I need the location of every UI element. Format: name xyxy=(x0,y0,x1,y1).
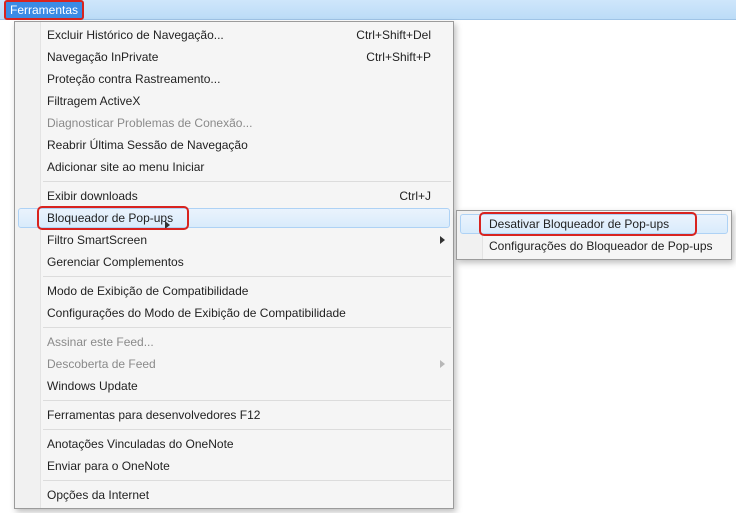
menu-item-filtro-smartscreen[interactable]: Filtro SmartScreen xyxy=(15,229,453,251)
menu-item-label: Configurações do Bloqueador de Pop-ups xyxy=(489,239,713,253)
menu-item-label: Enviar para o OneNote xyxy=(47,459,170,473)
menu-item-anotacoes-vinculadas-do-onenote[interactable]: Anotações Vinculadas do OneNote xyxy=(15,433,453,455)
menu-item-adicionar-site-ao-menu-iniciar[interactable]: Adicionar site ao menu Iniciar xyxy=(15,156,453,178)
menu-item-modo-de-exibicao-de-compatibilidade[interactable]: Modo de Exibição de Compatibilidade xyxy=(15,280,453,302)
menu-item-label: Desativar Bloqueador de Pop-ups xyxy=(489,217,669,231)
menu-item-label: Exibir downloads xyxy=(47,189,138,203)
menu-item-label: Windows Update xyxy=(47,379,138,393)
menu-item-label: Bloqueador de Pop-ups xyxy=(47,211,173,225)
menu-item-configuracoes-do-modo-de-exibicao-de-compatibilidade[interactable]: Configurações do Modo de Exibição de Com… xyxy=(15,302,453,324)
menu-item-excluir-historico-de-navegacao[interactable]: Excluir Histórico de Navegação... Ctrl+Sh… xyxy=(15,24,453,46)
menu-item-label: Reabrir Última Sessão de Navegação xyxy=(47,138,248,152)
menu-separator xyxy=(43,400,451,401)
submenu-arrow-icon xyxy=(440,360,445,368)
menu-item-windows-update[interactable]: Windows Update xyxy=(15,375,453,397)
menu-item-label: Filtragem ActiveX xyxy=(47,94,140,108)
menu-item-filtragem-activex[interactable]: Filtragem ActiveX xyxy=(15,90,453,112)
menu-item-label: Opções da Internet xyxy=(47,488,149,502)
menu-item-shortcut: Ctrl+Shift+P xyxy=(342,50,431,64)
menu-item-label: Configurações do Modo de Exibição de Com… xyxy=(47,306,346,320)
menu-item-bloqueador-de-pop-ups[interactable]: Bloqueador de Pop-ups xyxy=(15,207,453,229)
menu-item-label: Navegação InPrivate xyxy=(47,50,158,64)
menu-item-gerenciar-complementos[interactable]: Gerenciar Complementos xyxy=(15,251,453,273)
menu-item-ferramentas-para-desenvolvedores-f12[interactable]: Ferramentas para desenvolvedores F12 xyxy=(15,404,453,426)
menu-separator xyxy=(43,181,451,182)
menu-item-navegacao-inprivate[interactable]: Navegação InPrivate Ctrl+Shift+P xyxy=(15,46,453,68)
popup-blocker-submenu: Desativar Bloqueador de Pop-ups Configura… xyxy=(456,210,732,260)
menu-item-shortcut: Ctrl+Shift+Del xyxy=(332,28,431,42)
menu-item-exibir-downloads[interactable]: Exibir downloads Ctrl+J xyxy=(15,185,453,207)
menu-item-shortcut: Ctrl+J xyxy=(375,189,431,203)
menu-item-label: Proteção contra Rastreamento... xyxy=(47,72,220,86)
menu-item-label: Adicionar site ao menu Iniciar xyxy=(47,160,204,174)
menu-item-label: Descoberta de Feed xyxy=(47,357,156,371)
menu-item-label: Anotações Vinculadas do OneNote xyxy=(47,437,234,451)
menu-item-reabrir-ultima-sessao-de-navegacao[interactable]: Reabrir Última Sessão de Navegação xyxy=(15,134,453,156)
menu-item-protecao-contra-rastreamento[interactable]: Proteção contra Rastreamento... xyxy=(15,68,453,90)
menu-item-opcoes-da-internet[interactable]: Opções da Internet xyxy=(15,484,453,506)
menu-separator xyxy=(43,327,451,328)
menu-item-assinar-este-feed: Assinar este Feed... xyxy=(15,331,453,353)
menu-separator xyxy=(43,276,451,277)
menu-item-enviar-para-o-onenote[interactable]: Enviar para o OneNote xyxy=(15,455,453,477)
submenu-arrow-icon xyxy=(165,221,170,229)
menu-item-diagnosticar-problemas-de-conexao: Diagnosticar Problemas de Conexão... xyxy=(15,112,453,134)
menu-item-label: Diagnosticar Problemas de Conexão... xyxy=(47,116,252,130)
menu-item-label: Modo de Exibição de Compatibilidade xyxy=(47,284,248,298)
menu-item-desativar-bloqueador-de-pop-ups[interactable]: Desativar Bloqueador de Pop-ups xyxy=(457,213,731,235)
menu-item-label: Assinar este Feed... xyxy=(47,335,154,349)
menu-separator xyxy=(43,429,451,430)
menu-item-label: Excluir Histórico de Navegação... xyxy=(47,28,224,42)
menu-item-configuracoes-do-bloqueador-de-pop-ups[interactable]: Configurações do Bloqueador de Pop-ups xyxy=(457,235,731,257)
menu-item-label: Filtro SmartScreen xyxy=(47,233,147,247)
menu-separator xyxy=(43,480,451,481)
title-bar: Ferramentas xyxy=(0,0,736,20)
tools-menu: Excluir Histórico de Navegação... Ctrl+Sh… xyxy=(14,21,454,509)
tools-menu-title[interactable]: Ferramentas xyxy=(4,0,84,20)
menu-item-label: Ferramentas para desenvolvedores F12 xyxy=(47,408,260,422)
menu-item-descoberta-de-feed: Descoberta de Feed xyxy=(15,353,453,375)
menu-item-label: Gerenciar Complementos xyxy=(47,255,184,269)
submenu-arrow-icon xyxy=(440,236,445,244)
